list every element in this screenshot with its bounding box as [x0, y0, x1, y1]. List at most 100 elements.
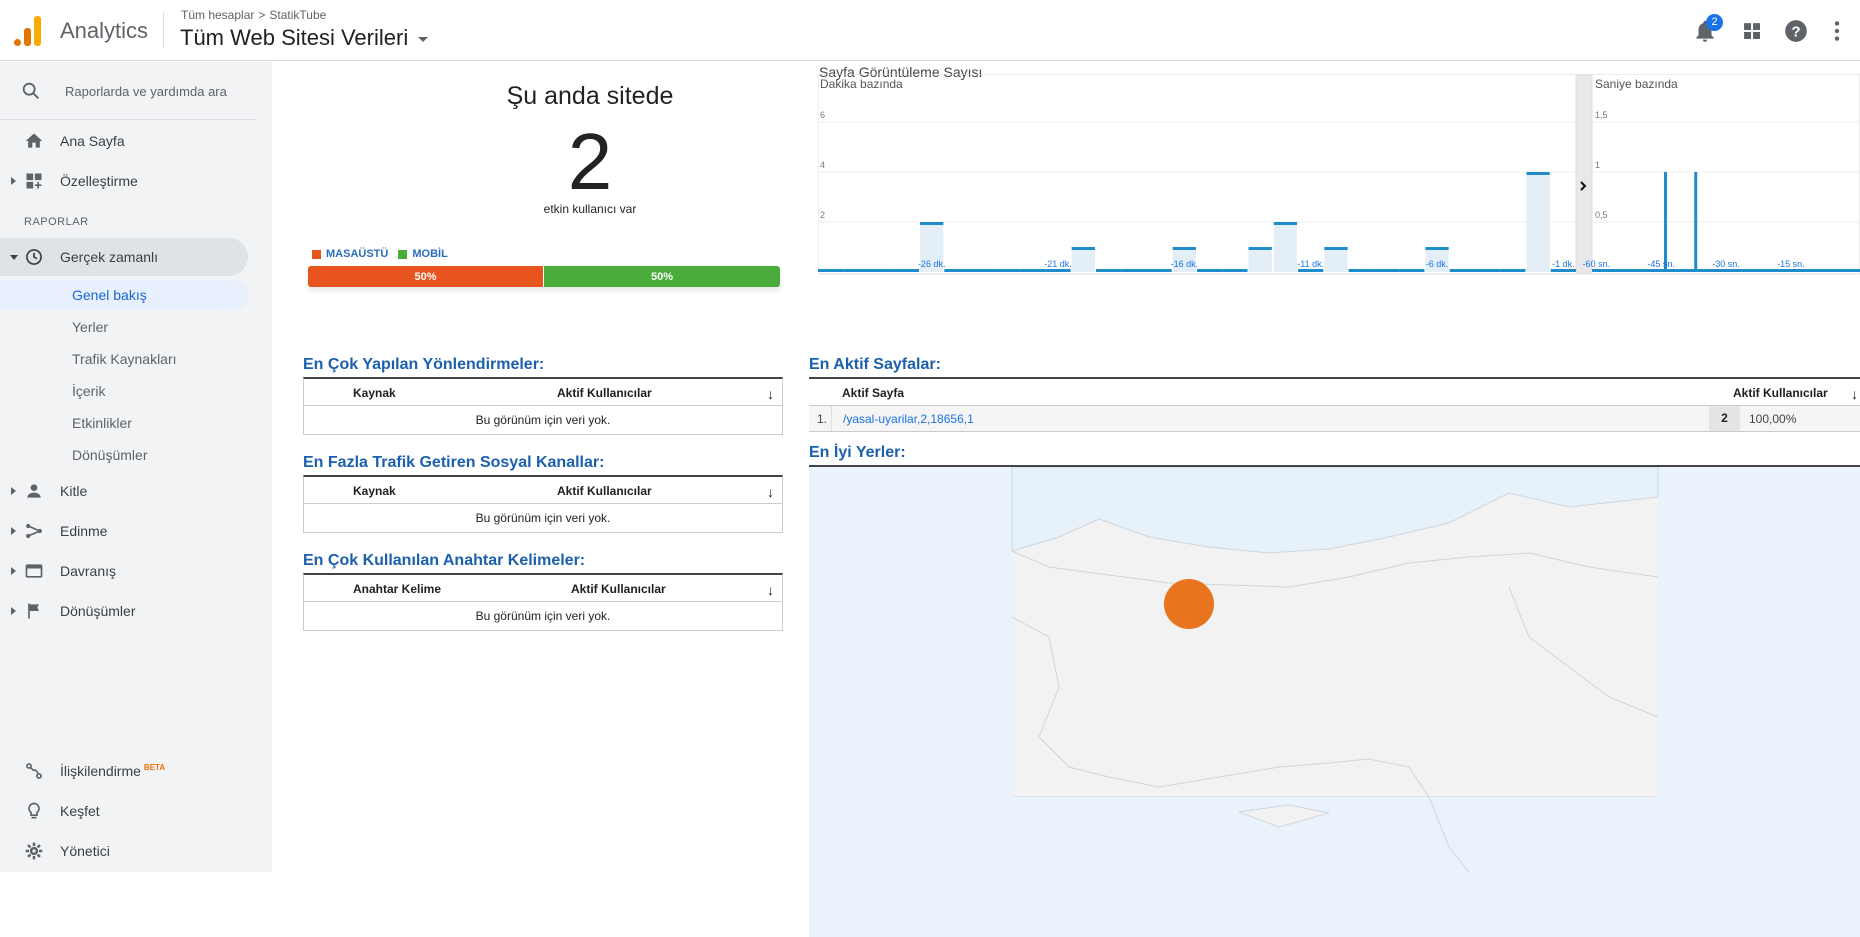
nav-realtime[interactable]: Gerçek zamanlı	[0, 238, 248, 276]
minute-bar-zero	[868, 269, 894, 272]
attribution-icon	[26, 763, 42, 779]
view-selector[interactable]: Tüm Web Sitesi Verileri	[180, 25, 429, 51]
sort-down-icon[interactable]: ↓	[767, 582, 774, 598]
nav-realtime-events[interactable]: Etkinlikler	[0, 408, 248, 438]
analytics-logo-icon[interactable]	[14, 16, 42, 46]
minute-bar-zero	[1146, 269, 1172, 272]
empty-message: Bu görünüm için veri yok.	[475, 511, 611, 525]
breadcrumb-all-accounts[interactable]: Tüm hesaplar	[181, 8, 254, 22]
sort-down-icon[interactable]: ↓	[767, 484, 774, 500]
nav-audience[interactable]: Kitle	[0, 472, 256, 510]
notification-count-badge: 2	[1706, 14, 1723, 31]
col-keyword[interactable]: Anahtar Kelime	[353, 582, 441, 596]
desktop-segment[interactable]: 50%	[308, 266, 544, 287]
minute-bar-bg	[1526, 172, 1550, 272]
second-xtick-label: -30 sn.	[1712, 259, 1740, 269]
active-users-subtitle: etkin kullanıcı var	[543, 202, 637, 216]
col-active-users[interactable]: Aktif Kullanıcılar	[571, 582, 666, 596]
nav-sub-label: Etkinlikler	[72, 415, 132, 431]
nav-attribution[interactable]: İlişkilendirme BETA	[0, 752, 256, 790]
minute-ytick-label: 2	[820, 210, 825, 220]
minute-bar-zero	[818, 269, 844, 272]
breadcrumb[interactable]: Tüm hesaplar > StatikTube	[181, 8, 326, 22]
nav-behavior[interactable]: Davranış	[0, 552, 256, 590]
help-icon[interactable]: ?	[1783, 18, 1809, 44]
svg-text:?: ?	[1791, 23, 1800, 40]
sort-down-icon[interactable]: ↓	[767, 386, 774, 402]
search-icon	[22, 82, 39, 99]
search-box[interactable]: Raporlarda ve yardımda ara	[0, 62, 256, 120]
minute-xtick-label: -1 dk.	[1552, 259, 1575, 269]
col-active-users[interactable]: Aktif Kullanıcılar	[1733, 386, 1828, 400]
pageviews-chart-svg: Dakika bazında Saniye bazında 2 4 6 -26 dk. -2…	[817, 73, 1860, 275]
nav-admin-label: Yönetici	[60, 843, 110, 859]
nav-realtime-overview[interactable]: Genel bakış	[0, 280, 248, 310]
nav-conversions[interactable]: Dönüşümler	[0, 592, 256, 630]
nav-realtime-traffic-sources[interactable]: Trafik Kaynakları	[0, 344, 248, 374]
col-active-page[interactable]: Aktif Sayfa	[842, 386, 904, 400]
keywords-title: En Çok Kullanılan Anahtar Kelimeler:	[303, 552, 586, 569]
nav-home[interactable]: Ana Sayfa	[0, 122, 256, 160]
table-header: Aktif Sayfa Aktif Kullanıcılar ↓	[809, 379, 1860, 406]
minute-xtick-label: -11 dk.	[1297, 259, 1324, 269]
minute-bar-zero	[969, 269, 995, 272]
empty-message: Bu görünüm için veri yok.	[475, 609, 611, 623]
col-source[interactable]: Kaynak	[353, 386, 396, 400]
expand-arrow-icon	[11, 527, 16, 535]
nav-realtime-conversions[interactable]: Dönüşümler	[0, 440, 248, 470]
second-xtick-label: -45 sn.	[1647, 259, 1675, 269]
top-locations-title: En İyi Yerler:	[809, 444, 906, 461]
col-source[interactable]: Kaynak	[353, 484, 396, 498]
locations-map[interactable]	[809, 467, 1860, 937]
column-divider	[831, 406, 832, 431]
nav-customize[interactable]: Özelleştirme	[0, 162, 256, 200]
minute-ytick-label: 6	[820, 110, 825, 120]
row-page-link[interactable]: /yasal-uyarilar,2,18656,1	[843, 412, 974, 426]
nav-discover[interactable]: Keşfet	[0, 792, 256, 830]
row-percent: 100,00%	[1749, 412, 1797, 426]
chart-frame	[817, 73, 1860, 275]
minute-bar	[920, 222, 944, 225]
apps-grid-icon[interactable]	[1739, 18, 1765, 44]
col-active-users[interactable]: Aktif Kullanıcılar	[557, 484, 652, 498]
active-pages-table: Aktif Sayfa Aktif Kullanıcılar ↓ 1. /yas…	[809, 377, 1860, 432]
minute-bar-zero	[1222, 269, 1248, 272]
breadcrumb-account[interactable]: StatikTube	[269, 8, 326, 22]
minute-bar-bg	[1324, 247, 1348, 272]
table-header: Kaynak Aktif Kullanıcılar ↓	[304, 477, 782, 504]
minute-bar	[1071, 247, 1095, 250]
nav-sub-label: Dönüşümler	[72, 447, 148, 463]
nav-attribution-label: İlişkilendirme BETA	[60, 763, 165, 779]
mediterranean	[1012, 797, 1658, 872]
nav-realtime-locations[interactable]: Yerler	[0, 312, 248, 342]
row-users: 2	[1709, 406, 1740, 431]
nav-behavior-label: Davranış	[60, 563, 117, 579]
minute-bar-zero	[1121, 269, 1147, 272]
app-name[interactable]: Analytics	[60, 18, 148, 44]
active-users-title: Şu anda sitede	[506, 82, 674, 110]
main-content: Şu anda sitede 2 etkin kullanıcı var MAS…	[272, 62, 1860, 937]
second-chart-subtitle: Saniye bazında	[1595, 77, 1678, 91]
nav-acquisition[interactable]: Edinme	[0, 512, 256, 550]
minute-bar	[1273, 222, 1298, 225]
nav-discover-label: Keşfet	[60, 803, 100, 819]
minute-bar-bg	[1248, 247, 1272, 272]
active-users-count: 2	[567, 117, 613, 206]
dashboard-icon	[26, 173, 42, 189]
sort-down-icon[interactable]: ↓	[1851, 386, 1858, 402]
location-marker[interactable]	[1164, 579, 1214, 629]
nav-admin[interactable]: Yönetici	[0, 832, 256, 870]
col-active-users[interactable]: Aktif Kullanıcılar	[557, 386, 652, 400]
collapse-arrow-icon	[10, 254, 18, 260]
more-vert-icon[interactable]	[1824, 18, 1850, 44]
chart-splitter	[1575, 73, 1593, 275]
second-baseline	[1592, 269, 1860, 272]
minute-bar-zero	[1474, 269, 1501, 272]
beta-badge: BETA	[143, 763, 166, 773]
minute-xtick-label: -26 dk.	[918, 259, 946, 269]
nav-realtime-content[interactable]: İçerik	[0, 376, 248, 406]
nav-sub-label: Genel bakış	[72, 287, 147, 303]
device-legend: MASAÜSTÜ MOBİL	[312, 248, 448, 260]
home-icon	[25, 133, 43, 148]
mobile-segment[interactable]: 50%	[544, 266, 780, 287]
